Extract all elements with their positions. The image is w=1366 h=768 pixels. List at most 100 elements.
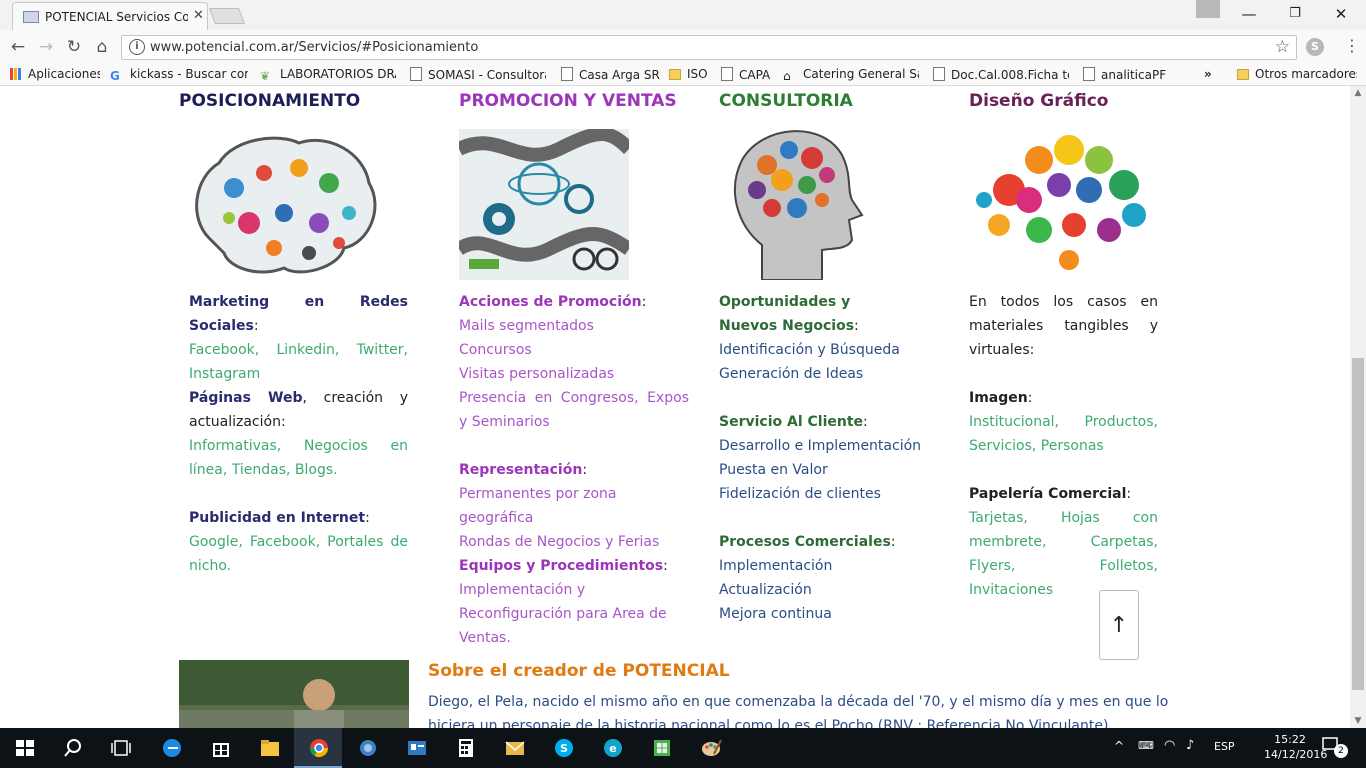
new-tab-button[interactable] <box>209 8 245 24</box>
network-icon[interactable]: ◠ <box>1164 738 1175 753</box>
bookmark-somasi[interactable]: SOMASI - Consultora <box>410 67 546 83</box>
about-title: Sobre el creador de POTENCIAL <box>428 661 730 681</box>
intro-text: En todos los casos en materiales tangibl… <box>969 294 1158 358</box>
search-icon <box>64 739 81 757</box>
page-icon <box>561 67 573 81</box>
taskbar-app-contacts[interactable] <box>392 728 440 768</box>
scroll-up-arrow-icon[interactable]: ▲ <box>1350 88 1366 98</box>
taskbar-paint[interactable] <box>686 728 734 768</box>
block-item: Implementación <box>719 558 833 574</box>
skype-extension-icon[interactable]: S <box>1306 38 1324 56</box>
bookmark-laboratorios[interactable]: ❦ LABORATORIOS DRA. <box>260 67 396 83</box>
bookmark-capa[interactable]: CAPA <box>721 67 777 83</box>
column-title: POSICIONAMIENTO <box>179 91 361 111</box>
block-label-rest: : <box>663 558 668 574</box>
forward-button[interactable]: → <box>34 36 58 58</box>
bookmark-label: kickass - Buscar con G <box>130 67 248 81</box>
close-window-button[interactable]: ✕ <box>1318 2 1364 26</box>
bookmarks-bar: Aplicaciones Gkickass - Buscar con G ❦ LA… <box>0 64 1366 86</box>
bookmark-casa-arga[interactable]: Casa Arga SRL <box>561 67 661 83</box>
home-button[interactable]: ⌂ <box>90 36 114 58</box>
restore-button[interactable]: ❐ <box>1272 2 1318 26</box>
taskbar-skype[interactable]: S <box>539 728 587 768</box>
browser-tab[interactable]: POTENCIAL Servicios Con ✕ <box>12 2 208 30</box>
folder-icon <box>669 69 681 80</box>
bookmark-catering[interactable]: ⌂ Catering General San <box>783 67 919 83</box>
svg-text:S: S <box>560 742 568 755</box>
spreadsheet-app-icon <box>654 740 670 756</box>
bookmark-label: LABORATORIOS DRA. <box>280 67 396 81</box>
back-button[interactable]: ← <box>6 36 30 58</box>
volume-icon[interactable]: ♪ <box>1186 738 1194 753</box>
science-icons-image <box>459 129 629 280</box>
action-center-button[interactable]: 2 <box>1322 736 1348 760</box>
block-label-rest: : <box>863 414 868 430</box>
block-label: Páginas Web <box>189 390 303 406</box>
column-title: CONSULTORIA <box>719 91 853 111</box>
about-text: Diego, el Pela, nacido el mismo año en q… <box>428 694 1169 728</box>
clock[interactable]: 15:22 14/12/2016 <box>1264 732 1327 762</box>
browser-toolbar: ← → ↻ ⌂ i www.potencial.com.ar/Servicios… <box>0 30 1366 64</box>
creator-photo <box>179 660 409 728</box>
block-label-rest: : <box>253 318 259 334</box>
folder-icon <box>1237 69 1249 80</box>
page-content: POSICIONAMIENTO Marketing en Redes Socia… <box>0 86 1350 728</box>
scrollbar-thumb[interactable] <box>1352 358 1364 690</box>
other-bookmarks-folder[interactable]: Otros marcadores <box>1237 67 1357 83</box>
close-tab-icon[interactable]: ✕ <box>193 8 204 23</box>
column-title: Diseño Gráfico <box>969 91 1109 111</box>
page-scrollbar[interactable]: ▲ ▼ <box>1350 86 1366 728</box>
block-label: Publicidad en Internet <box>189 510 366 526</box>
tab-title: POTENCIAL Servicios Con <box>45 10 188 24</box>
bookmark-iso[interactable]: ISO <box>669 67 719 83</box>
start-button[interactable] <box>0 728 48 768</box>
language-indicator[interactable]: ESP <box>1214 740 1235 753</box>
block-item: Identificación y Búsqueda <box>719 342 900 358</box>
taskbar-app-spreadsheet[interactable] <box>637 728 685 768</box>
minimize-button[interactable]: — <box>1226 2 1272 26</box>
show-hidden-icons-icon[interactable]: ^ <box>1114 739 1124 753</box>
page-icon <box>721 67 733 81</box>
bookmark-analiticapf[interactable]: analiticaPF <box>1083 67 1173 83</box>
keyboard-icon[interactable]: ⌨ <box>1138 739 1154 752</box>
scroll-down-arrow-icon[interactable]: ▼ <box>1350 716 1366 726</box>
menu-icon[interactable]: ⋮ <box>1344 36 1360 55</box>
edge-icon <box>163 739 181 757</box>
bookmark-label: Doc.Cal.008.Ficha téc <box>951 68 1069 82</box>
bookmark-label: ISO <box>687 67 708 81</box>
reload-button[interactable]: ↻ <box>62 36 86 58</box>
bookmark-doc-cal[interactable]: Doc.Cal.008.Ficha téc <box>933 67 1069 83</box>
block-item: Rondas de Negocios y Ferias <box>459 534 660 550</box>
taskbar-store[interactable] <box>196 728 244 768</box>
bookmark-apps[interactable]: Aplicaciones <box>10 67 100 83</box>
task-view-button[interactable] <box>96 728 144 768</box>
address-bar[interactable]: i www.potencial.com.ar/Servicios/#Posici… <box>121 35 1297 60</box>
block-paginas-web: Páginas Web, creación y actualización: I… <box>189 386 408 482</box>
paint-palette-icon <box>702 739 722 756</box>
google-icon: G <box>110 69 120 83</box>
taskbar-app-network[interactable] <box>343 728 391 768</box>
bookmark-kickass[interactable]: Gkickass - Buscar con G <box>110 67 248 83</box>
taskbar-chrome[interactable] <box>294 728 342 768</box>
block-label: Procesos Comerciales <box>719 534 891 550</box>
social-media-brain-image <box>195 136 377 274</box>
more-bookmarks-button[interactable]: » <box>1204 67 1218 83</box>
block-item: Concursos <box>459 342 532 358</box>
block-label: Servicio Al Cliente <box>719 414 864 430</box>
taskbar-ie[interactable]: e <box>588 728 636 768</box>
profile-icon[interactable] <box>1196 0 1220 18</box>
block-items: Google, Facebook, Portales de nicho. <box>189 534 408 574</box>
scroll-to-top-button[interactable]: ↑ <box>1099 590 1139 660</box>
taskbar-explorer[interactable] <box>245 728 293 768</box>
bookmark-star-icon[interactable]: ☆ <box>1275 37 1290 57</box>
block-label-rest: : <box>582 462 588 478</box>
page-icon <box>933 67 945 81</box>
taskbar-calculator[interactable] <box>441 728 489 768</box>
store-icon <box>213 743 229 757</box>
block-label: Representación <box>459 462 583 478</box>
taskbar-app-mail[interactable] <box>490 728 538 768</box>
block-items: Informativas, Negocios en línea, Tiendas… <box>189 438 408 478</box>
search-button[interactable] <box>48 728 96 768</box>
taskbar-edge[interactable] <box>147 728 195 768</box>
info-icon[interactable]: i <box>129 39 145 55</box>
